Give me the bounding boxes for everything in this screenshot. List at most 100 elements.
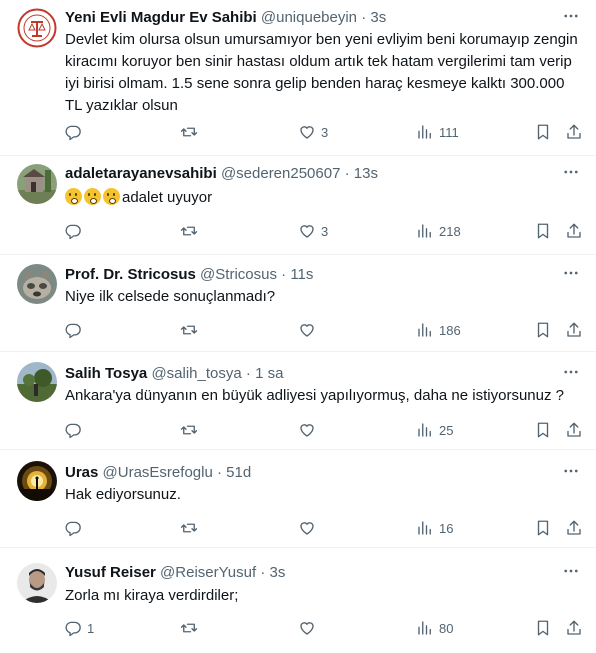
timestamp[interactable]: 1 sa: [255, 365, 283, 382]
avatar[interactable]: [17, 164, 57, 204]
reply-button[interactable]: [64, 219, 87, 243]
timestamp[interactable]: 3s: [370, 9, 386, 26]
share-button[interactable]: [565, 516, 583, 540]
user-handle[interactable]: @uniquebeyin: [261, 9, 357, 26]
avatar[interactable]: [17, 461, 57, 501]
avatar[interactable]: [17, 563, 57, 603]
views-button[interactable]: 111: [416, 120, 459, 144]
tweet-header: Yusuf Reiser @ReiserYusuf · 3s: [65, 562, 552, 584]
timestamp[interactable]: 3s: [270, 564, 286, 581]
bookmark-button[interactable]: [534, 318, 552, 342]
heart-icon: [300, 522, 314, 535]
like-button[interactable]: 3: [298, 120, 328, 144]
like-button[interactable]: [298, 418, 321, 442]
more-dots-icon: [564, 370, 578, 374]
retweet-button[interactable]: [180, 120, 203, 144]
tweet-item[interactable]: Yusuf Reiser @ReiserYusuf · 3s Zorla mı …: [0, 548, 596, 653]
share-button[interactable]: [565, 120, 583, 144]
bookmark-button[interactable]: [534, 616, 552, 640]
tweet-actions: 186: [0, 318, 596, 342]
share-button[interactable]: [565, 616, 583, 640]
share-icon: [567, 422, 581, 437]
views-chart-icon: [418, 125, 431, 139]
display-name[interactable]: Salih Tosya: [65, 365, 147, 382]
bookmark-button[interactable]: [534, 219, 552, 243]
bookmark-icon: [537, 422, 549, 438]
like-button[interactable]: [298, 616, 321, 640]
bookmark-button[interactable]: [534, 120, 552, 144]
display-name[interactable]: adaletarayanevsahibi: [65, 165, 217, 182]
like-button[interactable]: [298, 516, 321, 540]
retweet-button[interactable]: [180, 318, 203, 342]
tweet-header: Prof. Dr. Stricosus @Stricosus · 11s: [65, 264, 552, 286]
tweet-text: Zorla mı kiraya verdirdiler;: [65, 587, 239, 604]
more-dots-icon: [564, 271, 578, 275]
tweet-item[interactable]: Uras @UrasEsrefoglu · 51d Hak ediyorsunu…: [0, 450, 596, 548]
retweet-button[interactable]: [180, 516, 203, 540]
display-name[interactable]: Prof. Dr. Stricosus: [65, 266, 196, 283]
more-options-button[interactable]: [558, 561, 584, 581]
more-options-button[interactable]: [558, 162, 584, 182]
display-name[interactable]: Yusuf Reiser: [65, 564, 156, 581]
user-handle[interactable]: @ReiserYusuf: [160, 564, 256, 581]
views-chart-icon: [418, 224, 431, 238]
view-count: 186: [439, 322, 461, 338]
like-button[interactable]: [298, 318, 321, 342]
user-handle[interactable]: @salih_tosya: [151, 365, 241, 382]
user-handle[interactable]: @Stricosus: [200, 266, 277, 283]
bookmark-icon: [537, 124, 549, 140]
retweet-button[interactable]: [180, 219, 203, 243]
views-button[interactable]: 25: [416, 418, 453, 442]
tweet-text: Devlet kim olursa olsun umursamıyor ben …: [65, 31, 578, 114]
like-count: 3: [321, 223, 329, 239]
more-options-button[interactable]: [558, 461, 584, 481]
reply-button[interactable]: [64, 516, 87, 540]
views-button[interactable]: 218: [416, 219, 461, 243]
share-button[interactable]: [565, 318, 583, 342]
view-count: 218: [439, 223, 461, 239]
tweet-item[interactable]: Prof. Dr. Stricosus @Stricosus · 11s Niy…: [0, 255, 596, 352]
bookmark-button[interactable]: [534, 418, 552, 442]
like-button[interactable]: 3: [298, 219, 328, 243]
avatar[interactable]: [17, 362, 57, 402]
avatar[interactable]: [17, 8, 57, 48]
reply-icon: [65, 224, 81, 240]
more-options-button[interactable]: [558, 6, 584, 26]
timestamp[interactable]: 11s: [290, 266, 313, 283]
view-count: 16: [439, 520, 454, 536]
bookmark-button[interactable]: [534, 516, 552, 540]
tweet-item[interactable]: Yeni Evli Magdur Ev Sahibi @uniquebeyin …: [0, 0, 596, 156]
display-name[interactable]: Uras: [65, 464, 98, 481]
share-icon: [567, 124, 581, 139]
heart-icon: [300, 225, 314, 238]
user-handle[interactable]: @UrasEsrefoglu: [103, 464, 213, 481]
share-button[interactable]: [565, 418, 583, 442]
reply-button[interactable]: [64, 318, 87, 342]
retweet-button[interactable]: [180, 616, 203, 640]
more-options-button[interactable]: [558, 263, 584, 283]
avatar[interactable]: [17, 264, 57, 304]
view-count: 80: [439, 620, 454, 636]
more-dots-icon: [564, 14, 578, 18]
display-name[interactable]: Yeni Evli Magdur Ev Sahibi: [65, 9, 257, 26]
views-button[interactable]: 80: [416, 616, 453, 640]
tweet-item[interactable]: Salih Tosya @salih_tosya · 1 sa Ankara'y…: [0, 352, 596, 450]
more-options-button[interactable]: [558, 362, 584, 382]
more-dots-icon: [564, 469, 578, 473]
reply-button[interactable]: [64, 418, 87, 442]
user-handle[interactable]: @sederen250607: [221, 165, 341, 182]
timestamp[interactable]: 13s: [354, 165, 378, 182]
reply-button[interactable]: [64, 120, 87, 144]
share-button[interactable]: [565, 219, 583, 243]
timestamp[interactable]: 51d: [226, 464, 251, 481]
retweet-icon: [180, 325, 198, 335]
tweet-header: adaletarayanevsahibi @sederen250607 · 13…: [65, 163, 552, 185]
tweet-actions: 16: [0, 516, 596, 540]
views-button[interactable]: 186: [416, 318, 461, 342]
reply-icon: [65, 521, 81, 537]
reply-icon: [65, 423, 81, 439]
views-button[interactable]: 16: [416, 516, 453, 540]
tweet-item[interactable]: adaletarayanevsahibi @sederen250607 · 13…: [0, 156, 596, 255]
retweet-button[interactable]: [180, 418, 203, 442]
reply-button[interactable]: 1: [64, 616, 94, 640]
